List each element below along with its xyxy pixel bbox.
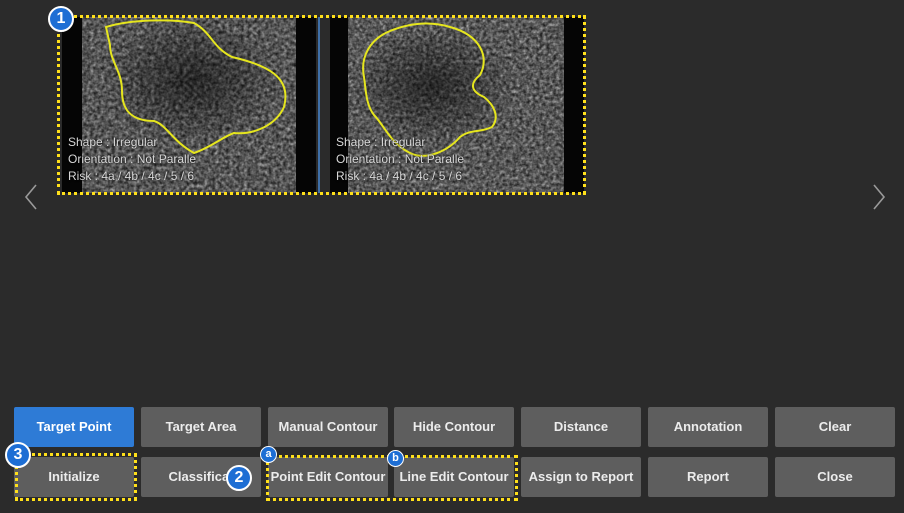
assign-to-report-button[interactable]: Assign to Report bbox=[521, 457, 641, 497]
callout-badge-1: 1 bbox=[48, 6, 74, 32]
report-button[interactable]: Report bbox=[648, 457, 768, 497]
chevron-right-icon[interactable] bbox=[870, 182, 888, 212]
close-button[interactable]: Close bbox=[775, 457, 895, 497]
risk-text: Risk : 4a / 4b / 4c / 5 / 6 bbox=[336, 169, 463, 183]
callout-badge-b: b bbox=[387, 450, 404, 467]
lesion-info-right: Shape : Irregular Orientation : Not Para… bbox=[336, 134, 464, 185]
shape-text: Shape : Irregular bbox=[336, 135, 426, 149]
orientation-text: Orientation : Not Paralle bbox=[336, 152, 465, 166]
callout-badge-2: 2 bbox=[226, 465, 252, 491]
orientation-text: Orientation : Not Paralle bbox=[68, 152, 197, 166]
ultrasound-image-left[interactable]: Shape : Irregular Orientation : Not Para… bbox=[62, 17, 316, 193]
target-point-button[interactable]: Target Point bbox=[14, 407, 134, 447]
callout-badge-a: a bbox=[260, 446, 277, 463]
ultrasound-image-right[interactable]: Shape : Irregular Orientation : Not Para… bbox=[330, 17, 584, 193]
lesion-info-left: Shape : Irregular Orientation : Not Para… bbox=[68, 134, 196, 185]
point-edit-contour-button[interactable]: Point Edit Contour bbox=[268, 457, 388, 497]
manual-contour-button[interactable]: Manual Contour bbox=[268, 407, 388, 447]
viewer-canvas: Shape : Irregular Orientation : Not Para… bbox=[0, 0, 904, 513]
annotation-button[interactable]: Annotation bbox=[648, 407, 768, 447]
target-area-button[interactable]: Target Area bbox=[141, 407, 261, 447]
clear-button[interactable]: Clear bbox=[775, 407, 895, 447]
distance-button[interactable]: Distance bbox=[521, 407, 641, 447]
line-edit-contour-button[interactable]: Line Edit Contour bbox=[394, 457, 514, 497]
initialize-button[interactable]: Initialize bbox=[14, 457, 134, 497]
shape-text: Shape : Irregular bbox=[68, 135, 158, 149]
hide-contour-button[interactable]: Hide Contour bbox=[394, 407, 514, 447]
panel-divider bbox=[318, 17, 320, 193]
risk-text: Risk : 4a / 4b / 4c / 5 / 6 bbox=[68, 169, 195, 183]
callout-badge-3: 3 bbox=[5, 442, 31, 468]
chevron-left-icon[interactable] bbox=[22, 182, 40, 212]
